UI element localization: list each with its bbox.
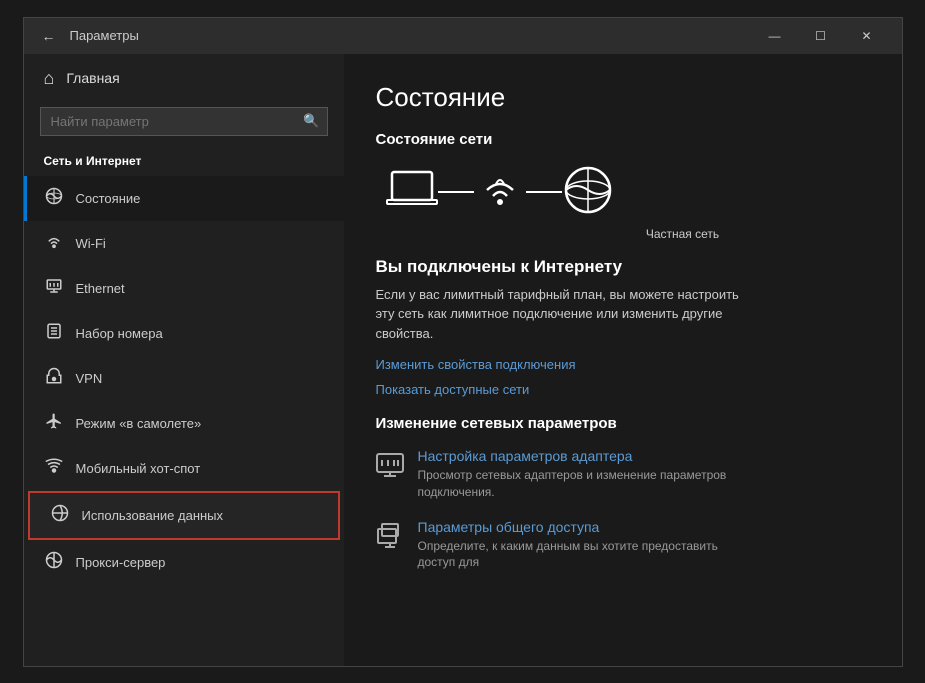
maximize-button[interactable]: ☐ — [798, 18, 844, 54]
sharing-title[interactable]: Параметры общего доступа — [418, 519, 738, 535]
wifi-label: Wi-Fi — [76, 236, 106, 251]
close-button[interactable]: ✕ — [844, 18, 890, 54]
main-content: Состояние Состояние сети — [344, 54, 902, 666]
sidebar-item-wifi[interactable]: Wi-Fi — [24, 221, 344, 266]
sidebar-item-status[interactable]: Состояние — [24, 176, 344, 221]
page-title: Состояние — [376, 82, 870, 113]
home-label: Главная — [66, 70, 119, 86]
sharing-text: Параметры общего доступа Определите, к к… — [418, 519, 738, 572]
network-status-visual — [376, 164, 870, 221]
adapter-icon — [376, 450, 404, 485]
proxy-icon — [44, 551, 64, 574]
sidebar-item-datausage[interactable]: Использование данных — [28, 491, 340, 540]
airplane-label: Режим «в самолете» — [76, 416, 202, 431]
line1 — [438, 191, 474, 193]
adapter-title[interactable]: Настройка параметров адаптера — [418, 448, 738, 464]
sidebar-item-vpn[interactable]: VPN — [24, 356, 344, 401]
sidebar: ⌂ Главная 🔍 Сеть и Интернет Состояние — [24, 54, 344, 666]
dialup-icon — [44, 322, 64, 345]
ethernet-label: Ethernet — [76, 281, 125, 296]
change-connection-link[interactable]: Изменить свойства подключения — [376, 357, 870, 372]
proxy-label: Прокси-сервер — [76, 555, 166, 570]
vpn-icon — [44, 367, 64, 390]
show-networks-link[interactable]: Показать доступные сети — [376, 382, 870, 397]
datausage-label: Использование данных — [82, 508, 224, 523]
adapter-settings-item: Настройка параметров адаптера Просмотр с… — [376, 448, 870, 501]
sidebar-item-ethernet[interactable]: Ethernet — [24, 266, 344, 311]
window-title: Параметры — [70, 28, 139, 43]
laptop-icon — [386, 168, 438, 217]
search-box: 🔍 — [40, 107, 328, 136]
sidebar-item-proxy[interactable]: Прокси-сервер — [24, 540, 344, 585]
sidebar-item-airplane[interactable]: Режим «в самолете» — [24, 401, 344, 446]
connected-title: Вы подключены к Интернету — [376, 257, 870, 277]
search-input[interactable] — [40, 107, 328, 136]
wifi-icon — [44, 232, 64, 255]
back-button[interactable]: ← — [36, 26, 62, 46]
line2 — [526, 191, 562, 193]
adapter-text: Настройка параметров адаптера Просмотр с… — [418, 448, 738, 501]
adapter-desc: Просмотр сетевых адаптеров и изменение п… — [418, 467, 738, 501]
content-area: ⌂ Главная 🔍 Сеть и Интернет Состояние — [24, 54, 902, 666]
home-icon: ⌂ — [44, 68, 55, 89]
sharing-icon — [376, 521, 404, 556]
airplane-icon — [44, 412, 64, 435]
status-icon — [44, 187, 64, 210]
status-label: Состояние — [76, 191, 141, 206]
hotspot-icon — [44, 457, 64, 480]
sidebar-item-hotspot[interactable]: Мобильный хот-спот — [24, 446, 344, 491]
vpn-label: VPN — [76, 371, 103, 386]
minimize-button[interactable]: — — [752, 18, 798, 54]
sharing-desc: Определите, к каким данным вы хотите пре… — [418, 538, 738, 572]
search-icon: 🔍 — [303, 113, 319, 129]
sidebar-section-title: Сеть и Интернет — [24, 148, 344, 176]
router-icon — [474, 168, 526, 217]
dialup-label: Набор номера — [76, 326, 163, 341]
network-status-title: Состояние сети — [376, 131, 870, 148]
connected-desc: Если у вас лимитный тарифный план, вы мо… — [376, 285, 746, 344]
title-bar: ← Параметры — ☐ ✕ — [24, 18, 902, 54]
section-divider: Изменение сетевых параметров — [376, 415, 870, 432]
sharing-settings-item: Параметры общего доступа Определите, к к… — [376, 519, 870, 572]
datausage-icon — [50, 504, 70, 527]
window-controls: — ☐ ✕ — [752, 18, 890, 54]
title-bar-left: ← Параметры — [36, 26, 752, 46]
hotspot-label: Мобильный хот-спот — [76, 461, 201, 476]
globe-icon — [562, 164, 614, 221]
change-settings-title: Изменение сетевых параметров — [376, 415, 870, 432]
ethernet-icon — [44, 277, 64, 300]
settings-window: ← Параметры — ☐ ✕ ⌂ Главная 🔍 Сеть и Инт… — [23, 17, 903, 667]
network-label: Частная сеть — [376, 227, 870, 241]
sidebar-home[interactable]: ⌂ Главная — [24, 54, 344, 103]
sidebar-item-dialup[interactable]: Набор номера — [24, 311, 344, 356]
